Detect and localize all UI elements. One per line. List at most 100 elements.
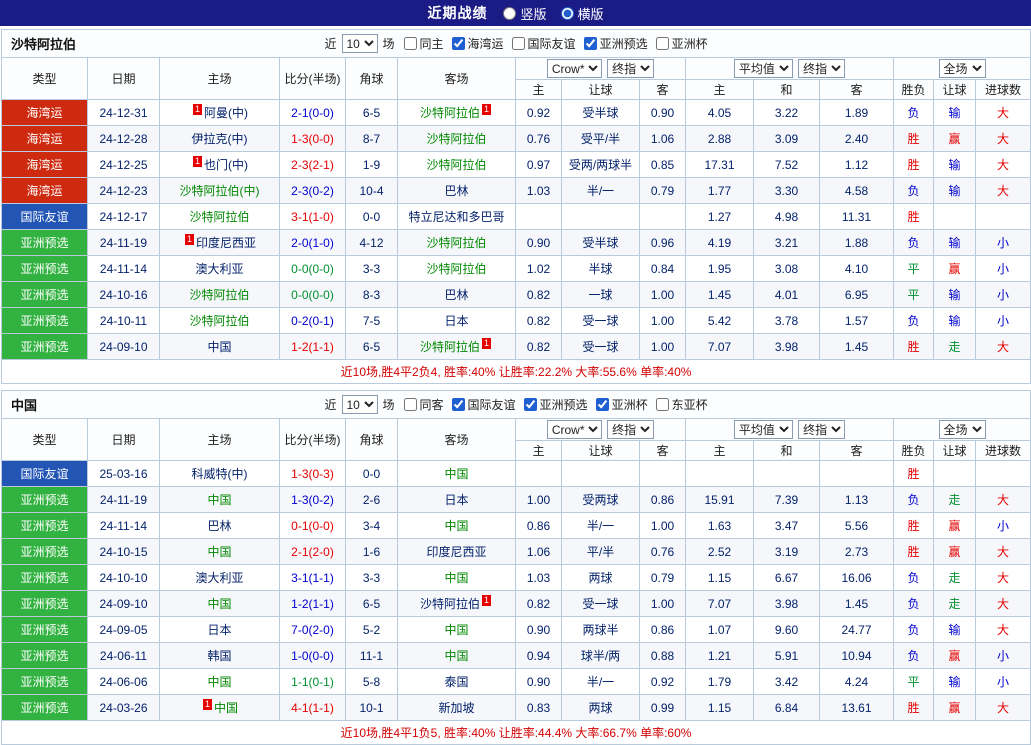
corners: 6-5 <box>346 334 398 360</box>
layout-radio-input[interactable] <box>503 7 516 20</box>
home-team[interactable]: 中国 <box>160 539 280 565</box>
league-filter[interactable]: 亚洲杯 <box>656 35 708 52</box>
home-team[interactable]: 沙特阿拉伯(中) <box>160 178 280 204</box>
avg-home: 1.63 <box>686 513 754 539</box>
home-team[interactable]: 中国 <box>160 334 280 360</box>
layout-radio-option[interactable]: 竖版 <box>503 4 546 23</box>
away-team[interactable]: 中国 <box>398 643 516 669</box>
league-filter[interactable]: 同客 <box>404 396 444 413</box>
away-team[interactable]: 特立尼达和多巴哥 <box>398 204 516 230</box>
col-odds-line: 让球 <box>562 80 640 100</box>
home-team[interactable]: 1也门(中) <box>160 152 280 178</box>
league-filter-checkbox[interactable] <box>656 398 669 411</box>
odds-stage-select[interactable]: 终指 <box>607 420 654 439</box>
away-team[interactable]: 中国 <box>398 617 516 643</box>
league-filter-checkbox[interactable] <box>524 398 537 411</box>
league-filter[interactable]: 亚洲预选 <box>524 396 588 413</box>
away-team[interactable]: 新加坡 <box>398 695 516 721</box>
league-filter-checkbox[interactable] <box>452 37 465 50</box>
away-team[interactable]: 沙特阿拉伯 <box>398 256 516 282</box>
home-team[interactable]: 伊拉克(中) <box>160 126 280 152</box>
odds-home: 0.82 <box>516 591 562 617</box>
away-team[interactable]: 巴林 <box>398 178 516 204</box>
result-handicap: 赢 <box>934 513 976 539</box>
result-wdl: 胜 <box>894 152 934 178</box>
home-team[interactable]: 中国 <box>160 669 280 695</box>
home-team[interactable]: 中国 <box>160 591 280 617</box>
match-date: 24-11-19 <box>88 487 160 513</box>
bookmaker-select[interactable]: Crow* <box>547 420 602 439</box>
away-team[interactable]: 沙特阿拉伯 <box>398 230 516 256</box>
away-team[interactable]: 中国 <box>398 461 516 487</box>
home-team[interactable]: 科威特(中) <box>160 461 280 487</box>
league-filter[interactable]: 国际友谊 <box>512 35 576 52</box>
home-team[interactable]: 1中国 <box>160 695 280 721</box>
avg-stage-select[interactable]: 终指 <box>798 59 845 78</box>
away-team[interactable]: 泰国 <box>398 669 516 695</box>
league-filter[interactable]: 海湾运 <box>452 35 504 52</box>
away-team[interactable]: 日本 <box>398 487 516 513</box>
league-filter-checkbox[interactable] <box>452 398 465 411</box>
result-goals: 大 <box>976 617 1031 643</box>
away-team[interactable]: 中国 <box>398 513 516 539</box>
league-filter[interactable]: 东亚杯 <box>656 396 708 413</box>
odds-line: 受半球 <box>562 100 640 126</box>
away-team-name: 新加坡 <box>438 701 474 715</box>
layout-radio-input[interactable] <box>561 7 574 20</box>
league-filter-checkbox[interactable] <box>656 37 669 50</box>
odds-away: 1.06 <box>640 126 686 152</box>
home-team[interactable]: 日本 <box>160 617 280 643</box>
avg-home: 2.52 <box>686 539 754 565</box>
league-type-badge: 海湾运 <box>2 178 88 204</box>
odds-line <box>562 204 640 230</box>
home-team[interactable]: 1阿曼(中) <box>160 100 280 126</box>
away-team[interactable]: 巴林 <box>398 282 516 308</box>
home-team[interactable]: 澳大利亚 <box>160 565 280 591</box>
away-team[interactable]: 沙特阿拉伯 <box>398 152 516 178</box>
league-filter-checkbox[interactable] <box>584 37 597 50</box>
league-type-badge: 亚洲预选 <box>2 487 88 513</box>
league-filter-label: 亚洲杯 <box>672 35 708 52</box>
home-team[interactable]: 巴林 <box>160 513 280 539</box>
result-handicap: 输 <box>934 669 976 695</box>
avg-stage-select[interactable]: 终指 <box>798 420 845 439</box>
score: 2-3(0-2) <box>280 178 346 204</box>
home-team[interactable]: 沙特阿拉伯 <box>160 282 280 308</box>
away-team[interactable]: 沙特阿拉伯1 <box>398 100 516 126</box>
scope-group-header: 全场 <box>894 419 1031 441</box>
home-team[interactable]: 沙特阿拉伯 <box>160 204 280 230</box>
match-scope-select[interactable]: 全场 <box>939 420 986 439</box>
odds-stage-select[interactable]: 终指 <box>607 59 654 78</box>
match-scope-select[interactable]: 全场 <box>939 59 986 78</box>
bookmaker-select[interactable]: Crow* <box>547 59 602 78</box>
league-filter-checkbox[interactable] <box>596 398 609 411</box>
home-team[interactable]: 澳大利亚 <box>160 256 280 282</box>
away-team[interactable]: 中国 <box>398 565 516 591</box>
league-filter-checkbox[interactable] <box>404 398 417 411</box>
league-filter[interactable]: 亚洲预选 <box>584 35 648 52</box>
odds-line: 受一球 <box>562 334 640 360</box>
match-date: 24-09-10 <box>88 591 160 617</box>
layout-radio-option[interactable]: 横版 <box>561 4 604 23</box>
score: 4-1(1-1) <box>280 695 346 721</box>
league-filter[interactable]: 亚洲杯 <box>596 396 648 413</box>
home-team[interactable]: 沙特阿拉伯 <box>160 308 280 334</box>
away-team[interactable]: 日本 <box>398 308 516 334</box>
home-team[interactable]: 中国 <box>160 487 280 513</box>
games-count-select[interactable]: 10 <box>342 34 378 53</box>
home-team[interactable]: 韩国 <box>160 643 280 669</box>
league-filter-checkbox[interactable] <box>404 37 417 50</box>
away-team[interactable]: 沙特阿拉伯1 <box>398 334 516 360</box>
away-team[interactable]: 沙特阿拉伯 <box>398 126 516 152</box>
avg-draw: 3.47 <box>754 513 820 539</box>
home-team[interactable]: 1印度尼西亚 <box>160 230 280 256</box>
avg-select[interactable]: 平均值 <box>734 59 793 78</box>
league-filter[interactable]: 国际友谊 <box>452 396 516 413</box>
games-count-select[interactable]: 10 <box>342 395 378 414</box>
home-team-name: 中国 <box>207 340 231 354</box>
away-team[interactable]: 沙特阿拉伯1 <box>398 591 516 617</box>
away-team[interactable]: 印度尼西亚 <box>398 539 516 565</box>
avg-select[interactable]: 平均值 <box>734 420 793 439</box>
league-filter[interactable]: 同主 <box>404 35 444 52</box>
league-filter-checkbox[interactable] <box>512 37 525 50</box>
